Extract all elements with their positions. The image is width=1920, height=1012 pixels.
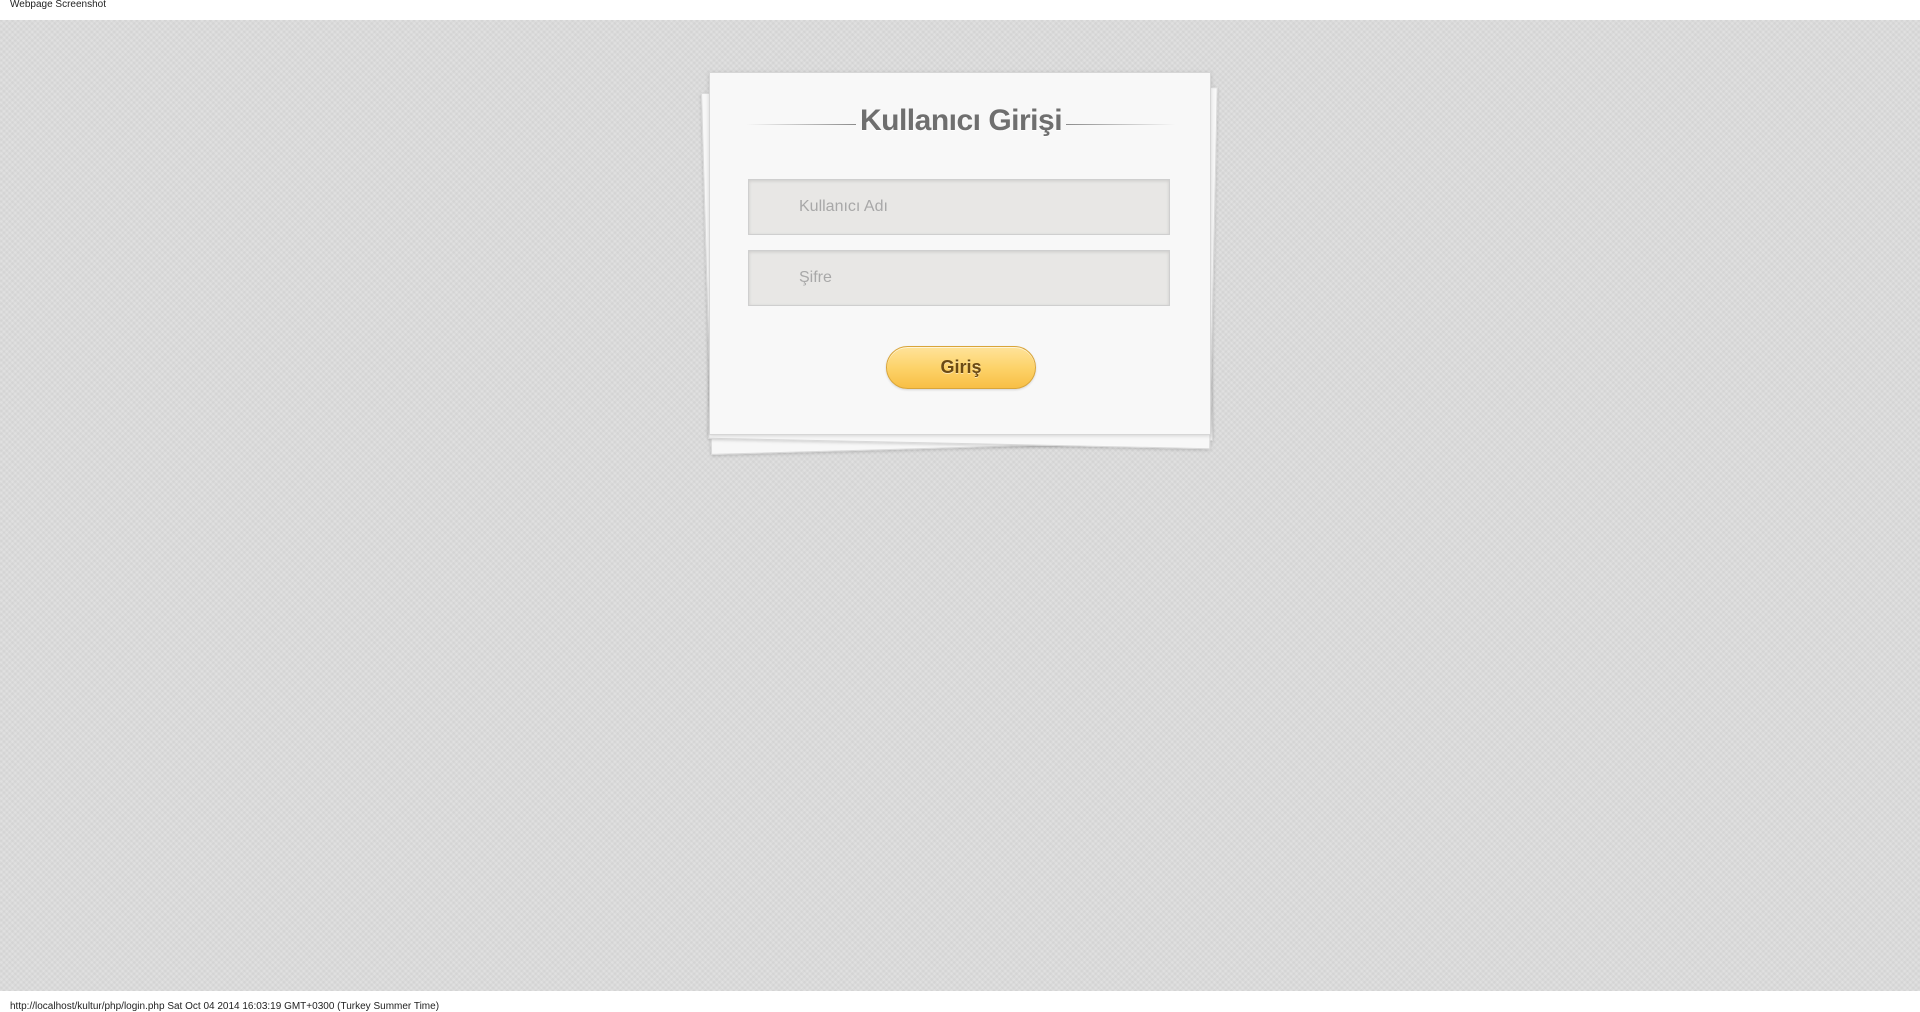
screenshot-footer: http://localhost/kultur/php/login.php Sa…: [0, 991, 1920, 1012]
login-button[interactable]: Giriş: [886, 346, 1036, 389]
username-input[interactable]: [749, 180, 1169, 234]
screenshot-caption: Webpage Screenshot: [10, 0, 106, 10]
username-field-wrapper: [748, 179, 1170, 235]
password-input[interactable]: [749, 251, 1169, 305]
login-title: Kullanıcı Girişi: [859, 104, 1063, 137]
screenshot-header: Webpage Screenshot: [0, 0, 1920, 20]
password-field-wrapper: [748, 250, 1170, 306]
login-title-row: Kullanıcı Girişi: [746, 101, 1176, 141]
page-background: Kullanıcı Girişi Giriş: [0, 20, 1920, 991]
login-card: Kullanıcı Girişi Giriş: [709, 72, 1211, 435]
